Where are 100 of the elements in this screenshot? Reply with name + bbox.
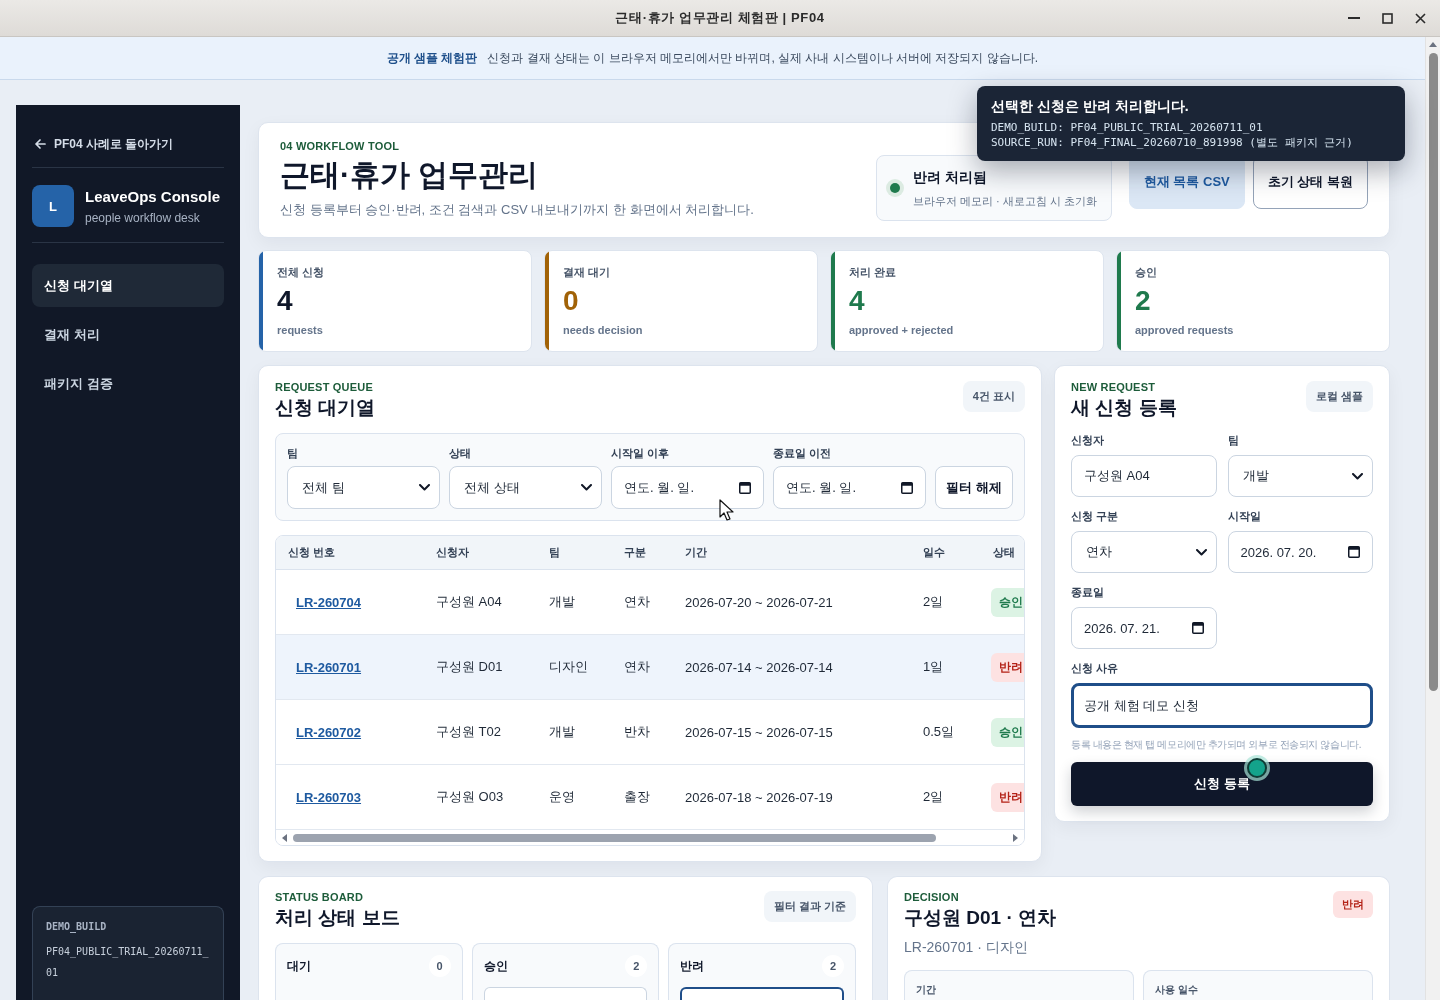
lane-count: 2	[625, 955, 648, 977]
field-label: 종료일	[1071, 585, 1105, 599]
field-label: 종료일 이전	[773, 446, 833, 460]
request-id-link[interactable]: LR-260701	[296, 659, 362, 675]
chevron-down-icon	[1352, 472, 1363, 480]
maximize-icon[interactable]	[1382, 12, 1393, 24]
panel-title: 처리 상태 보드	[275, 906, 400, 930]
banner-text: 신청과 결재 상태는 이 브라우저 메모리에서만 바뀌며, 실제 사내 시스템이나 서버에 저장되지 않습니다.	[487, 49, 1039, 67]
tooltip-line: SOURCE_RUN: PF04_FINAL_20260710_891998 (별도 패키지 근거)	[991, 135, 1354, 150]
eyebrow-label: STATUS BOARD	[275, 891, 365, 904]
calendar-icon[interactable]	[1348, 546, 1360, 558]
select-field[interactable]: 전체 상태	[449, 466, 602, 509]
table-cell: 연차	[624, 593, 650, 611]
request-card[interactable]	[680, 987, 844, 1000]
lane-count: 2	[822, 955, 844, 977]
field-label: 신청자	[1071, 433, 1105, 447]
info-label: 기간	[916, 983, 937, 997]
stat-value: 4	[277, 284, 294, 318]
status-title: 반려 처리됨	[912, 168, 988, 187]
filter-scope-badge: 필터 결과 기준	[763, 891, 856, 922]
back-link[interactable]: PF04 사례로 돌아가기	[32, 136, 224, 152]
stat-caption: approved requests	[1135, 323, 1234, 337]
field-label: 시작일 이후	[611, 446, 671, 460]
table-cell: 구성원 T02	[436, 723, 501, 741]
stat-value: 2	[1135, 284, 1152, 318]
eyebrow-label: NEW REQUEST	[1071, 381, 1157, 394]
column-header: 일수	[922, 545, 946, 560]
table-cell: 1일	[923, 658, 944, 676]
status-badge: 반려	[1333, 891, 1373, 918]
field-label: 팀	[1227, 433, 1240, 447]
chevron-down-icon	[1195, 548, 1207, 556]
status-detail: 브라우저 메모리 · 새로고침 시 초기화	[912, 194, 1097, 209]
table-cell: 2026-07-20 ~ 2026-07-21	[685, 594, 833, 610]
text-field[interactable]: 구성원 A04	[1071, 455, 1217, 497]
panel-title: 구성원 D01 · 연차	[904, 906, 1057, 930]
banner-label: 공개 샘플 체험판	[386, 49, 478, 67]
date-field[interactable]: 2026. 07. 20.	[1227, 531, 1373, 573]
form-hint: 등록 내용은 현재 탭 메모리에만 추가되며 외부로 전송되지 않습니다.	[1071, 738, 1362, 752]
arrow-left-icon	[35, 139, 46, 149]
nav-item[interactable]: 결재 처리	[32, 313, 224, 356]
submit-button[interactable]: 신청 등록	[1071, 762, 1373, 806]
count-badge: 4건 표시	[962, 381, 1025, 412]
table-row[interactable]: LR-260701 구성원 D01 디자인 연차 2026-07-14 ~ 2026-07-14 1일 반려	[276, 635, 1024, 700]
stat-label: 처리 완료	[849, 265, 898, 279]
request-id-link[interactable]: LR-260702	[296, 724, 362, 740]
page-title: 근태·휴가 업무관리	[280, 157, 540, 193]
lane-count: 0	[428, 955, 451, 977]
table-cell: 출장	[624, 788, 650, 806]
column-header: 신청 번호	[287, 545, 337, 560]
nav-item[interactable]: 패키지 검증	[32, 362, 224, 405]
status-dot-icon	[885, 179, 904, 197]
stat-caption: needs decision	[563, 323, 643, 337]
field-label: 신청 사유	[1071, 661, 1120, 675]
close-icon[interactable]	[1415, 12, 1426, 24]
request-id-link[interactable]: LR-260703	[296, 789, 362, 805]
stat-caption: approved + rejected	[849, 323, 954, 337]
table-cell: 개발	[549, 593, 575, 611]
chevron-down-icon	[581, 484, 592, 491]
date-field[interactable]: 연도. 월. 일.	[611, 466, 764, 509]
request-id-link[interactable]: LR-260704	[296, 594, 362, 610]
reason-field[interactable]: 공개 체험 데모 신청	[1071, 683, 1373, 728]
date-field[interactable]: 연도. 월. 일.	[773, 466, 926, 509]
calendar-icon[interactable]	[1191, 622, 1204, 634]
table-cell: 구성원 A04	[436, 593, 502, 611]
eyebrow-label: DECISION	[904, 891, 960, 904]
panel-title: 새 신청 등록	[1071, 396, 1177, 420]
lane-title: 반려	[680, 957, 705, 975]
stat-value: 0	[563, 284, 580, 318]
column-header: 신청자	[435, 545, 470, 560]
eyebrow-label: REQUEST QUEUE	[275, 381, 374, 394]
nav-item[interactable]: 신청 대기열	[32, 264, 224, 307]
table-cell: 구성원 D01	[436, 658, 503, 676]
date-field[interactable]: 2026. 07. 21.	[1071, 607, 1217, 649]
table-cell: 구성원 O03	[436, 788, 504, 806]
panel-title: 신청 대기열	[275, 396, 376, 420]
calendar-icon[interactable]	[739, 481, 751, 494]
status-badge: 반려	[991, 782, 1024, 812]
stat-caption: requests	[277, 323, 324, 337]
table-cell: 2026-07-15 ~ 2026-07-15	[685, 724, 833, 740]
table-cell: 2일	[923, 593, 944, 611]
build-label: DEMO_BUILD	[46, 921, 108, 933]
table-cell: 2026-07-18 ~ 2026-07-19	[685, 789, 833, 805]
status-badge: 반려	[991, 652, 1024, 682]
select-field[interactable]: 개발	[1227, 455, 1373, 497]
field-label: 신청 구분	[1071, 509, 1120, 523]
select-field[interactable]: 전체 팀	[287, 466, 440, 509]
lane-title: 승인	[483, 957, 508, 975]
stat-label: 승인	[1135, 265, 1158, 279]
decision-subtitle: LR-260701 · 디자인	[904, 938, 1029, 956]
page-subtitle: 신청 등록부터 승인·반려, 조건 검색과 CSV 내보내기까지 한 화면에서 처리합니다.	[280, 201, 754, 219]
tooltip-title: 선택한 신청은 반려 처리합니다.	[991, 97, 1190, 115]
sample-badge: 로컬 샘플	[1305, 381, 1373, 412]
vertical-scrollbar[interactable]	[1425, 37, 1440, 1000]
lane-title: 대기	[287, 957, 311, 975]
clear-filter-button[interactable]: 필터 해제	[935, 466, 1013, 509]
column-header: 팀	[548, 545, 561, 560]
field-label: 상태	[449, 446, 472, 460]
calendar-icon[interactable]	[901, 481, 913, 494]
select-field[interactable]: 연차	[1071, 531, 1217, 573]
status-badge: 승인	[991, 587, 1024, 617]
